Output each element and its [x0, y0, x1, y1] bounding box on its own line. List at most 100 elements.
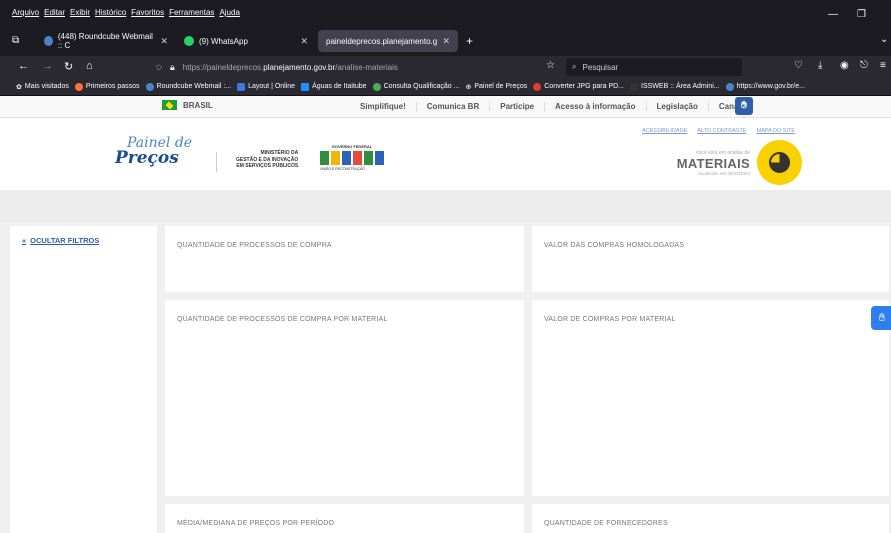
- menu-ferramentas[interactable]: Ferramentas: [169, 8, 214, 17]
- url-bar[interactable]: ◌ 🔒︎ https://paineldeprecos.planejamento…: [148, 58, 536, 76]
- bookmark-converter[interactable]: Converter JPG para PD...: [533, 82, 624, 91]
- dashboard-content: « OCULTAR FILTROS QUANTIDADE DE PROCESSO…: [0, 222, 891, 533]
- tab-label: (9) WhatsApp: [199, 36, 248, 46]
- tab-bar: ⧉ (448) Roundcube Webmail :: C ✕ (9) Wha…: [0, 26, 891, 56]
- lock-icon[interactable]: 🔒︎: [170, 62, 175, 73]
- tab-painel-precos[interactable]: paineldeprecos.planejamento.gov ✕: [318, 30, 458, 52]
- bookmark-star-icon[interactable]: ☆: [546, 60, 555, 71]
- menu-ajuda[interactable]: Ajuda: [219, 8, 239, 17]
- card-title: VALOR DAS COMPRAS HOMOLOGADAS: [544, 242, 685, 249]
- card-title: VALOR DE COMPRAS POR MATERIAL: [544, 316, 676, 323]
- globe-icon: ⊕: [465, 83, 472, 91]
- govlink-acesso[interactable]: Acesso à informação: [545, 102, 647, 111]
- govlink-simplifique[interactable]: Simplifique!: [350, 102, 417, 111]
- home-icon[interactable]: ⌂: [86, 60, 93, 72]
- person-icon: [372, 82, 381, 91]
- menu-arquivo[interactable]: Arquivo: [12, 8, 39, 17]
- roundcube-icon: [145, 82, 154, 91]
- double-chevron-left-icon: «: [22, 236, 27, 245]
- shield-icon[interactable]: ◌: [156, 62, 162, 73]
- card-valor-material: VALOR DE COMPRAS POR MATERIAL: [532, 300, 889, 496]
- gov-links: Simplifique! Comunica BR Participe Acess…: [350, 102, 755, 111]
- materiais-badge: [757, 140, 802, 185]
- site-header: Painel de Preços MINISTÉRIO DA GESTÃO E …: [0, 118, 891, 190]
- brasil-link[interactable]: BRASIL: [162, 100, 213, 110]
- govbr-icon: [725, 82, 734, 91]
- menu-historico[interactable]: Histórico: [95, 8, 126, 17]
- link-mapa-site[interactable]: MAPA DO SITE: [757, 128, 795, 134]
- card-valor-homologadas: VALOR DAS COMPRAS HOMOLOGADAS: [532, 226, 889, 292]
- tab-list-icon[interactable]: ⧉: [12, 35, 19, 46]
- extensions-icon[interactable]: ⎋: [860, 60, 868, 71]
- vlibras-hand-icon[interactable]: ✋︎: [735, 97, 753, 115]
- gear-icon: ✿: [16, 83, 22, 91]
- bookmark-layout-online[interactable]: Layout | Online: [237, 82, 295, 91]
- bookmark-mais-visitados[interactable]: ✿ Mais visitados: [16, 83, 69, 91]
- card-title: QUANTIDADE DE FORNECEDORES: [544, 520, 668, 527]
- firefox-icon: [74, 82, 83, 91]
- account-icon[interactable]: ◉: [840, 60, 849, 71]
- govlink-legislacao[interactable]: Legislação: [647, 102, 709, 111]
- url-host: planejamento.gov.br: [263, 62, 336, 72]
- link-alto-contraste[interactable]: ALTO CONTRASTE: [697, 128, 746, 134]
- bookmark-consulta[interactable]: Consulta Qualificação ...: [372, 82, 459, 91]
- hamburger-menu-icon[interactable]: ≡: [880, 60, 886, 71]
- card-media-mediana: MÉDIA/MEDIANA DE PREÇOS POR PERÍODO: [165, 504, 524, 533]
- url-path: /analise-materiais: [335, 62, 398, 72]
- minimize-icon[interactable]: —: [828, 9, 838, 20]
- card-qtd-processos: QUANTIDADE DE PROCESSOS DE COMPRA: [165, 226, 524, 292]
- bookmark-primeiros-passos[interactable]: Primeiros passos: [74, 82, 140, 91]
- close-icon[interactable]: ✕: [442, 36, 450, 47]
- govlink-comunica[interactable]: Comunica BR: [417, 102, 491, 111]
- govlink-participe[interactable]: Participe: [490, 102, 546, 111]
- card-qtd-processos-material: QUANTIDADE DE PROCESSOS DE COMPRA POR MA…: [165, 300, 524, 496]
- new-tab-icon[interactable]: +: [466, 34, 473, 48]
- gov-bar: BRASIL Simplifique! Comunica BR Particip…: [0, 96, 891, 118]
- nav-bar: ← → ↻ ⌂ ◌ 🔒︎ https://paineldeprecos.plan…: [0, 56, 891, 78]
- section-title: MATERIAIS: [676, 156, 750, 171]
- menu-bar: Arquivo Editar Exibir Histórico Favorito…: [0, 0, 891, 26]
- brasil-label: BRASIL: [183, 100, 213, 110]
- updated-date: Atualizado em 08/12/2023: [697, 171, 750, 176]
- back-icon[interactable]: ←: [18, 60, 29, 72]
- painel-precos-logo[interactable]: Painel de Preços: [115, 136, 192, 167]
- hide-filters-link[interactable]: « OCULTAR FILTROS: [22, 236, 99, 245]
- close-icon[interactable]: ✕: [160, 36, 168, 47]
- tab-whatsapp[interactable]: (9) WhatsApp ✕: [176, 30, 316, 52]
- download-icon[interactable]: ⤓: [818, 60, 822, 71]
- bookmarks-toolbar: ✿ Mais visitados Primeiros passos Roundcu…: [0, 78, 891, 96]
- close-icon[interactable]: ✕: [300, 36, 308, 47]
- gov-federal-logo: GOVERNO FEDERAL UNIÃO E RECONSTRUÇÃO: [320, 144, 384, 171]
- search-input[interactable]: ⌕ Pesquisar: [566, 58, 742, 76]
- filter-band: [0, 190, 891, 222]
- pocket-icon[interactable]: ♡: [794, 60, 803, 71]
- chevron-down-icon[interactable]: ⌄: [880, 34, 888, 45]
- reload-icon[interactable]: ↻: [64, 60, 73, 73]
- roundcube-icon: [44, 36, 53, 46]
- bookmark-govbr[interactable]: https://www.gov.br/e...: [725, 82, 805, 91]
- bookmark-issweb[interactable]: ISSWEB :: Área Admini...: [630, 82, 720, 91]
- card-title: QUANTIDADE DE PROCESSOS DE COMPRA: [177, 242, 332, 249]
- analysis-section: Você está em análise de MATERIAIS Atuali…: [640, 150, 750, 176]
- aguas-icon: [301, 82, 310, 91]
- bookmark-painel-precos[interactable]: ⊕ Painel de Preços: [465, 83, 527, 91]
- accessibility-hand-icon[interactable]: ✋︎: [871, 306, 891, 330]
- link-acessibilidade[interactable]: ACESSIBILIDADE: [642, 128, 687, 134]
- menu-exibir[interactable]: Exibir: [70, 8, 90, 17]
- tab-label: paineldeprecos.planejamento.gov: [326, 36, 438, 46]
- forward-icon[interactable]: →: [42, 60, 53, 72]
- bookmark-roundcube[interactable]: Roundcube Webmail :...: [145, 82, 231, 91]
- header-divider: [216, 152, 217, 172]
- tab-roundcube[interactable]: (448) Roundcube Webmail :: C ✕: [36, 30, 176, 52]
- restore-icon[interactable]: ❐: [857, 9, 866, 20]
- menu-items: Arquivo Editar Exibir Histórico Favorito…: [12, 8, 240, 17]
- whatsapp-icon: [184, 36, 194, 46]
- brazil-flag-icon: [162, 100, 177, 110]
- url-prefix: https://paineldeprecos.: [182, 62, 264, 72]
- menu-editar[interactable]: Editar: [44, 8, 65, 17]
- bookmark-aguas[interactable]: Águas de Itaitube: [301, 82, 367, 91]
- card-title: MÉDIA/MEDIANA DE PREÇOS POR PERÍODO: [177, 520, 335, 527]
- menu-favoritos[interactable]: Favoritos: [131, 8, 164, 17]
- heart-icon: [533, 82, 542, 91]
- accessibility-links: ACESSIBILIDADE ALTO CONTRASTE MAPA DO SI…: [642, 128, 795, 134]
